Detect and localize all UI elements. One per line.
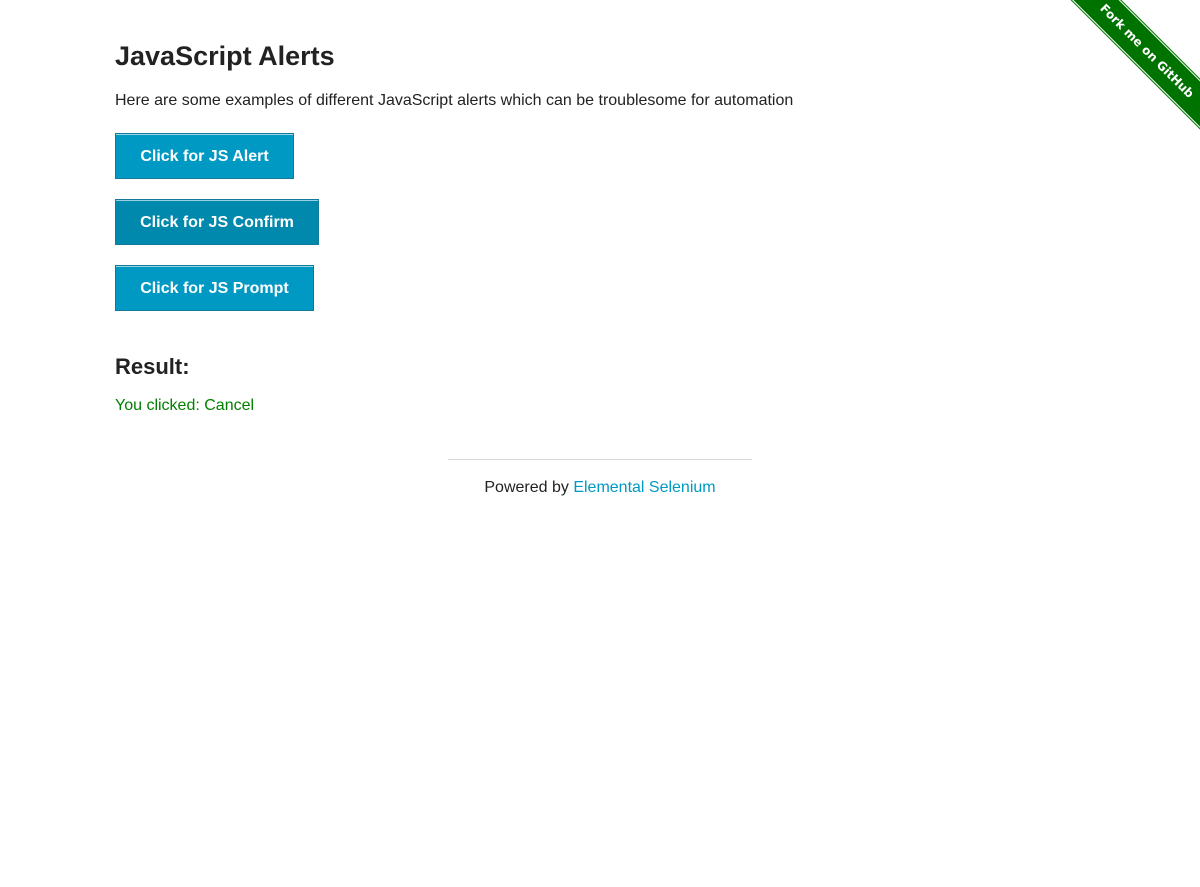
footer-prefix: Powered by [484, 479, 574, 496]
page-title: JavaScript Alerts [115, 41, 335, 71]
page: Fork me on GitHub JavaScript Alerts Here… [0, 0, 1200, 887]
github-ribbon-container: Fork me on GitHub [1050, 0, 1200, 150]
js-confirm-button[interactable]: Click for JS Confirm [115, 199, 319, 245]
js-prompt-button[interactable]: Click for JS Prompt [115, 265, 314, 311]
page-footer: Powered by Elemental Selenium [448, 459, 752, 499]
js-alert-button[interactable]: Click for JS Alert [115, 133, 294, 179]
result-text: You clicked: Cancel [115, 397, 255, 414]
elemental-selenium-link[interactable]: Elemental Selenium [573, 479, 715, 496]
intro-text: Here are some examples of different Java… [115, 92, 794, 109]
result-heading: Result: [115, 354, 190, 379]
fork-me-on-github-ribbon[interactable]: Fork me on GitHub [1066, 0, 1200, 132]
